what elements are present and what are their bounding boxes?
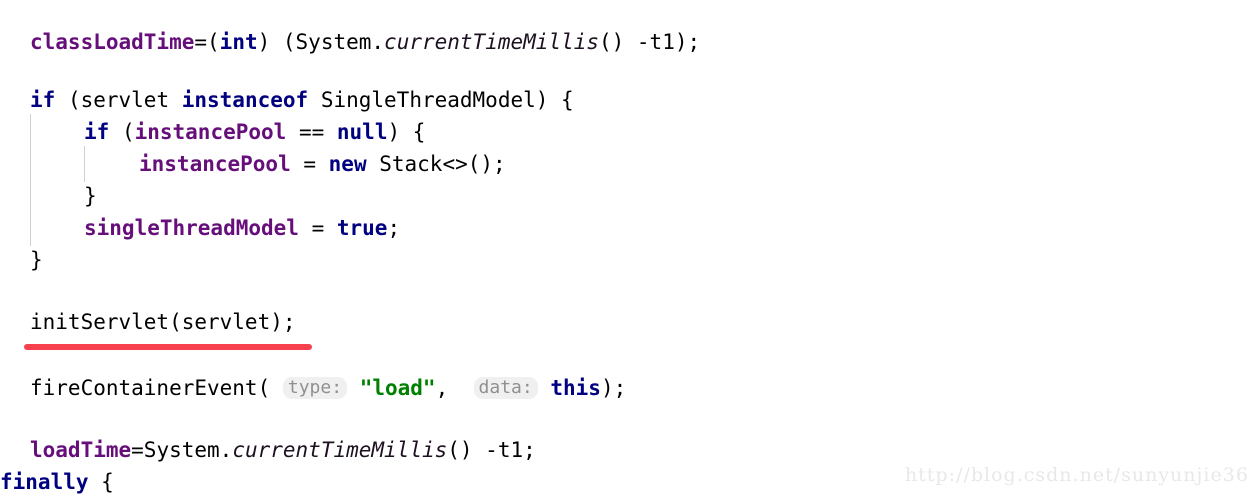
code-token-plain: ) { <box>387 120 426 144</box>
parameter-hint-chip: type: <box>282 377 348 399</box>
code-token-keyword: if <box>84 120 110 144</box>
code-token-plain: SingleThreadModel) { <box>308 88 574 112</box>
code-token-plain: =System. <box>131 438 233 462</box>
code-token-plain: fireContainerEvent( <box>30 376 283 400</box>
code-token-plain: = <box>298 216 337 240</box>
code-line[interactable]: if (servlet instanceof SingleThreadModel… <box>0 84 574 116</box>
code-token-keyword: this <box>550 376 601 400</box>
code-token-plain: =( <box>194 30 220 54</box>
code-token-plain: , <box>435 376 474 400</box>
code-token-plain: ( <box>109 120 135 144</box>
code-token-keyword: new <box>328 152 367 176</box>
code-token-field: loadTime <box>30 438 132 462</box>
code-token-plain: Stack<>(); <box>366 152 506 176</box>
code-token-plain: ); <box>600 376 627 400</box>
code-line[interactable]: singleThreadModel = true; <box>0 212 400 244</box>
code-token-field: classLoadTime <box>30 30 195 54</box>
parameter-hint-chip: data: <box>473 377 538 399</box>
code-token-plain: } <box>30 248 43 272</box>
code-line[interactable]: if (instancePool == null) { <box>0 116 425 148</box>
red-underline-annotation <box>24 344 312 350</box>
code-token-keyword: null <box>336 120 388 144</box>
code-token-plain: { <box>88 470 114 494</box>
code-token-field: singleThreadModel <box>84 216 299 240</box>
code-token-keyword: instanceof <box>181 88 309 112</box>
code-token-static: currentTimeMillis <box>232 438 448 462</box>
blog-watermark: http://blog.csdn.net/sunyunjie361 <box>905 464 1250 486</box>
code-line[interactable]: fireContainerEvent( type: "load", data: … <box>0 372 626 404</box>
code-token-plain: () -t1); <box>598 30 701 54</box>
code-token-plain: (servlet <box>55 88 182 112</box>
code-token-keyword: int <box>219 30 258 54</box>
code-editor-viewport[interactable]: classLoadTime=(int) (System.currentTimeM… <box>0 0 1250 500</box>
code-token-static: currentTimeMillis <box>384 30 599 54</box>
code-token-keyword: if <box>30 88 56 112</box>
code-line[interactable]: initServlet(servlet); <box>0 306 296 338</box>
code-token-keyword: true <box>336 216 388 240</box>
code-token-plain: } <box>84 184 97 208</box>
code-line[interactable]: instancePool = new Stack<>(); <box>0 148 506 180</box>
code-token-field: instancePool <box>134 120 287 144</box>
code-token-keyword: finally <box>0 470 89 494</box>
code-token-plain: = <box>290 152 329 176</box>
code-token-plain: initServlet(servlet); <box>30 310 296 334</box>
code-line[interactable]: } <box>0 244 43 276</box>
code-token-string: "load" <box>359 376 436 400</box>
code-token-plain: () -t1; <box>447 438 536 462</box>
code-line[interactable]: classLoadTime=(int) (System.currentTimeM… <box>0 26 700 58</box>
code-line[interactable]: } <box>0 180 97 212</box>
code-line[interactable]: finally { <box>0 466 114 498</box>
code-token-field: instancePool <box>139 152 291 176</box>
code-line[interactable]: loadTime=System.currentTimeMillis() -t1; <box>0 434 536 466</box>
code-token-plain: ; <box>387 216 401 240</box>
code-token-plain: ) (System. <box>257 30 385 54</box>
code-token-plain: == <box>286 120 337 144</box>
